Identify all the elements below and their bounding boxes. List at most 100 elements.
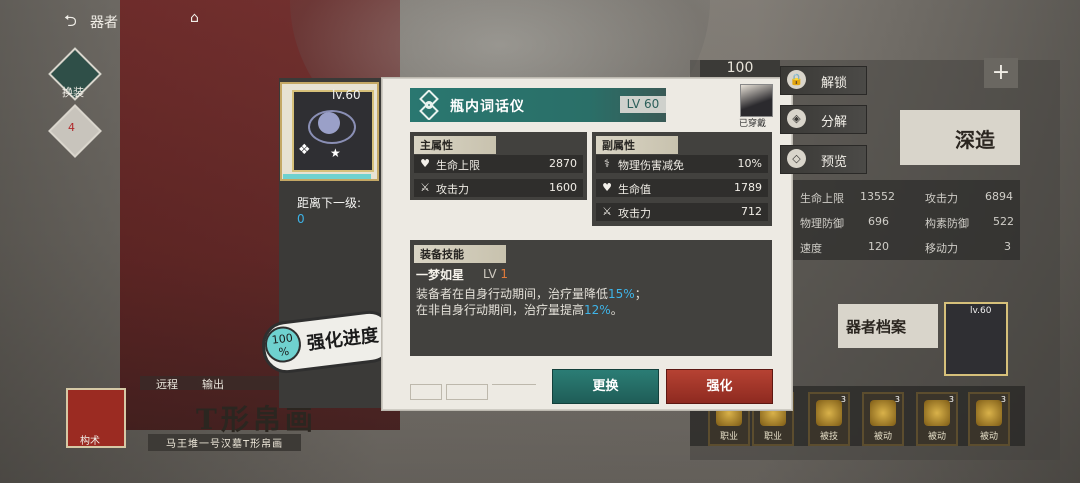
hero-stat-name: 速度 [800,242,822,255]
gear-art: ❖ ★ [292,90,374,172]
equipped-label: 已穿戴 [739,119,767,129]
stat-value: 712 [741,205,762,218]
planet-icon [318,112,340,134]
stat-name: 生命上限 [436,159,480,172]
skill-tile-icon [976,400,1002,426]
swap-outfit-label: 换装 [62,86,84,99]
hero-stat-value: 120 [868,240,889,253]
skill-tile[interactable]: 3 被动 [916,392,958,446]
stamp-decoration [492,384,536,399]
star-icon: ★ [330,146,341,160]
swords-icon: ⚔ [602,205,612,218]
knot-emblem-icon [419,90,439,120]
tag-ranged: 远程 [156,378,178,391]
stat-value: 1600 [549,181,577,194]
stat-name: 攻击力 [618,207,651,220]
skill-desc-text: 装备者在自身行动期间，治疗量降低 [416,287,609,301]
blade-shield-icon: ⚕ [604,157,610,170]
hero-stat-value: 6894 [985,190,1013,203]
stat-row: ♥ 生命值 1789 [596,179,768,197]
skill-tile[interactable]: 3 被技 [808,392,850,446]
favor-count: 4 [68,121,75,134]
character-subtitle: 马王堆一号汉墓T形帛画 [148,434,302,451]
heart-icon: ♥ [420,157,430,170]
tag-dps: 输出 [202,378,224,391]
decompose-icon: ◈ [787,109,806,128]
skill-tile-icon [816,400,842,426]
main-stats-header: 主属性 [414,136,496,154]
unlock-button[interactable]: 🔒 解锁 [780,66,867,95]
decompose-button[interactable]: ◈ 分解 [780,105,867,134]
skill-desc-line2: 在非自身行动期间，治疗量提高12%。 [416,301,623,318]
skill-tile-count: 3 [840,395,846,404]
item-level: LV 60 [620,96,666,113]
hero-stat-name: 构素防御 [925,217,969,230]
footer-decoration [410,380,540,402]
item-name: 瓶内词话仪 [450,99,525,115]
stat-name: 攻击力 [436,183,469,196]
stat-row: ⚔ 攻击力 712 [596,203,768,221]
preview-icon: ◇ [787,149,806,168]
enhance-button[interactable]: 强化 [666,369,773,404]
equipped-gear-level: lv.60 [970,306,992,316]
stat-value: 2870 [549,157,577,170]
equipped-character-avatar[interactable] [740,84,773,117]
skill-tile-count: 3 [1000,395,1006,404]
stat-row: ⚔ 攻击力 1600 [414,179,583,197]
stat-value: 1789 [734,181,762,194]
skill-level-value: 1 [500,267,509,281]
skill-tile-label: 被动 [873,432,892,442]
class-label: 构术 [80,436,100,447]
skill-desc-highlight: 15% [608,287,635,301]
stat-name: 物理伤害减免 [618,159,684,172]
stat-name: 生命值 [618,183,651,196]
hero-stat-value: 13552 [860,190,895,203]
next-level-value: 0 [297,212,305,226]
add-icon[interactable]: + [984,58,1018,88]
next-level-label: 距离下一级: [297,196,362,210]
enhance-percent: 100 [271,331,294,347]
back-arrow-icon[interactable]: ⮌ [64,10,77,37]
stamp-decoration [446,384,488,400]
skill-tile-count: 3 [948,395,954,404]
lock-icon: 🔒 [787,70,806,89]
skill-tile[interactable]: 3 被动 [862,392,904,446]
skill-tile-label: 被动 [927,432,946,442]
gear-level: lv.60 [332,88,361,102]
skill-desc-line1: 装备者在自身行动期间，治疗量降低15%； [416,285,647,302]
stat-value: 10% [737,157,762,170]
enhance-percent-unit: % [277,344,290,360]
preview-label: 预览 [821,155,848,170]
heart-icon: ♥ [602,181,612,194]
skill-desc-text: 在非自身行动期间，治疗量提高 [416,303,585,317]
swords-icon: ⚔ [420,181,430,194]
skill-desc-text: ； [634,287,647,301]
hero-stat-name: 物理防御 [800,217,844,230]
swap-button[interactable]: 更换 [552,369,659,404]
deep-train-label: 深造 [955,128,995,152]
skill-tile-label: 职业 [763,432,782,442]
skill-desc-highlight: 12% [584,303,611,317]
home-icon[interactable]: ⌂ [190,10,199,26]
skill-header: 装备技能 [414,245,506,263]
skill-level-prefix: LV [483,267,497,281]
hero-stat-value: 696 [868,215,889,228]
level-progress-fill [283,174,371,179]
skill-desc-text: 。 [610,303,623,317]
skill-tile[interactable]: 3 被动 [968,392,1010,446]
preview-button[interactable]: ◇ 预览 [780,145,867,174]
hero-stat-name: 移动力 [925,242,958,255]
hero-stat-name: 生命上限 [800,192,844,205]
skill-tile-icon [870,400,896,426]
enhance-percent-circle: 100 % [262,324,304,365]
skill-tile-label: 被动 [979,432,998,442]
archive-label: 器者档案 [846,318,907,336]
stamp-decoration [410,384,442,400]
skill-name: 一梦如星 [416,268,465,282]
skill-level: LV 1 [483,267,508,281]
skill-tile-label: 被技 [819,432,838,442]
stat-row: ⚕ 物理伤害减免 10% [596,155,768,173]
skill-tile-label: 职业 [719,432,738,442]
skill-tile-icon [924,400,950,426]
decompose-label: 分解 [821,115,848,130]
